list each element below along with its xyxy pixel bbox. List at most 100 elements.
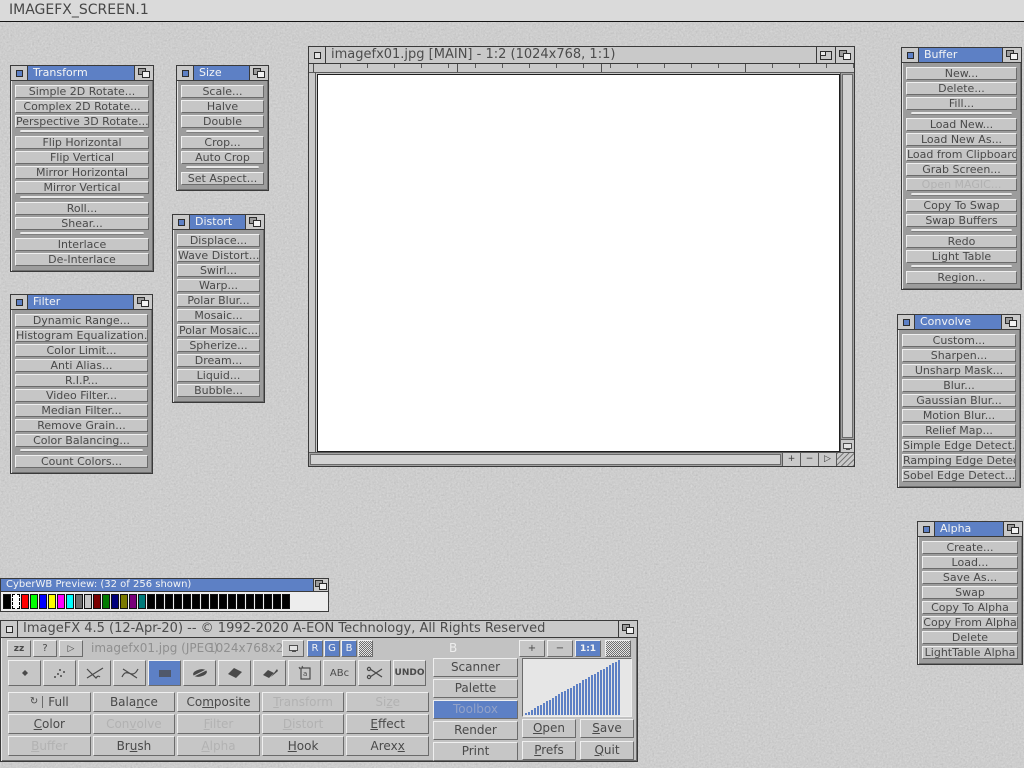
- menu-button-displace[interactable]: Displace...: [177, 234, 260, 247]
- palette-swatch-14[interactable]: [129, 594, 137, 609]
- close-icon[interactable]: [309, 47, 326, 63]
- menu-button-load[interactable]: Load...: [922, 556, 1018, 569]
- menu-button-new[interactable]: New...: [906, 67, 1017, 80]
- palette-swatch-25[interactable]: [228, 594, 236, 609]
- menu-button-r-i-p[interactable]: R.I.P...: [15, 374, 148, 387]
- close-icon[interactable]: [1, 621, 18, 637]
- titlebar[interactable]: imagefx01.jpg [MAIN] - 1:2 (1024x768, 1:…: [309, 47, 854, 64]
- menu-button-halve[interactable]: Halve: [181, 100, 264, 113]
- menu-button-mirror-vertical[interactable]: Mirror Vertical: [15, 181, 149, 194]
- menu-button-relief-map[interactable]: Relief Map...: [902, 424, 1016, 437]
- menu-button-blur[interactable]: Blur...: [902, 379, 1016, 392]
- menu-button-lighttable-alpha[interactable]: LightTable Alpha: [922, 646, 1018, 659]
- palette-swatch-2[interactable]: [21, 594, 29, 609]
- close-icon[interactable]: [11, 66, 28, 80]
- palette-swatch-10[interactable]: [93, 594, 101, 609]
- menu-button-sobel-edge-detect[interactable]: Sobel Edge Detect...: [902, 469, 1016, 482]
- palette-swatch-28[interactable]: [255, 594, 263, 609]
- action-button-quit[interactable]: Quit: [580, 741, 634, 760]
- titlebar[interactable]: Distort: [173, 215, 264, 230]
- titlebar[interactable]: Transform: [11, 66, 153, 81]
- zoom-actual-button[interactable]: 1:1: [575, 640, 601, 657]
- curve-tool[interactable]: [113, 660, 146, 686]
- palette-swatch-8[interactable]: [75, 594, 83, 609]
- red-channel-button[interactable]: R: [307, 640, 323, 657]
- depth-icon[interactable]: [249, 66, 268, 80]
- palette-swatch-29[interactable]: [264, 594, 272, 609]
- depth-icon[interactable]: [133, 295, 152, 309]
- menu-button-create[interactable]: Create...: [922, 541, 1018, 554]
- command-button-balance[interactable]: Balance: [93, 692, 176, 712]
- menu-button-remove-grain[interactable]: Remove Grain...: [15, 419, 148, 432]
- palette-swatch-7[interactable]: [66, 594, 74, 609]
- close-icon[interactable]: [918, 522, 935, 536]
- palette-swatch-20[interactable]: [183, 594, 191, 609]
- menu-button-custom[interactable]: Custom...: [902, 334, 1016, 347]
- palette-swatch-11[interactable]: [102, 594, 110, 609]
- menu-button-swap[interactable]: Swap: [922, 586, 1018, 599]
- image-canvas[interactable]: [317, 74, 840, 452]
- menu-button-copy-to-alpha[interactable]: Copy To Alpha: [922, 601, 1018, 614]
- palette-swatch-21[interactable]: [192, 594, 200, 609]
- palette-swatch-15[interactable]: [138, 594, 146, 609]
- ellipse-tool[interactable]: [183, 660, 216, 686]
- zoom-out-button[interactable]: −: [800, 453, 818, 466]
- fill-tool[interactable]: [253, 660, 286, 686]
- command-button-brush[interactable]: Brush: [93, 736, 176, 756]
- menu-button-copy-from-alpha[interactable]: Copy From Alpha: [922, 616, 1018, 629]
- palette-swatch-12[interactable]: [111, 594, 119, 609]
- depth-icon[interactable]: [313, 579, 328, 591]
- titlebar[interactable]: Alpha: [918, 522, 1022, 537]
- menu-button-flip-horizontal[interactable]: Flip Horizontal: [15, 136, 149, 149]
- palette-swatch-31[interactable]: [282, 594, 290, 609]
- menu-button-motion-blur[interactable]: Motion Blur...: [902, 409, 1016, 422]
- menu-button-dream[interactable]: Dream...: [177, 354, 260, 367]
- titlebar[interactable]: Buffer: [902, 48, 1021, 63]
- palette-swatch-13[interactable]: [120, 594, 128, 609]
- screen-mode-icon[interactable]: [841, 439, 854, 452]
- zoom-out-button[interactable]: −: [547, 640, 573, 657]
- menu-button-unsharp-mask[interactable]: Unsharp Mask...: [902, 364, 1016, 377]
- pattern-icon[interactable]: [605, 640, 631, 657]
- menu-button-color-limit[interactable]: Color Limit...: [15, 344, 148, 357]
- zoom-in-button[interactable]: +: [782, 453, 800, 466]
- menu-button-region[interactable]: Region...: [906, 271, 1017, 284]
- palette-swatch-24[interactable]: [219, 594, 227, 609]
- menu-button-video-filter[interactable]: Video Filter...: [15, 389, 148, 402]
- palette-swatch-22[interactable]: [201, 594, 209, 609]
- menu-button-complex-2d-rotate[interactable]: Complex 2D Rotate...: [15, 100, 149, 113]
- depth-icon[interactable]: [618, 621, 637, 637]
- menu-button-light-table[interactable]: Light Table: [906, 250, 1017, 263]
- scrollbar-thumb[interactable]: [842, 74, 853, 438]
- palette-swatch-18[interactable]: [165, 594, 173, 609]
- menu-button-delete[interactable]: Delete...: [906, 82, 1017, 95]
- point-tool[interactable]: [8, 660, 41, 686]
- resize-handle[interactable]: [836, 453, 854, 466]
- menu-button-crop[interactable]: Crop...: [181, 136, 264, 149]
- close-icon[interactable]: [898, 315, 915, 329]
- action-button-prefs[interactable]: Prefs: [522, 741, 576, 760]
- palette-swatch-23[interactable]: [210, 594, 218, 609]
- palette-swatch-19[interactable]: [174, 594, 182, 609]
- pan-icon[interactable]: ▷: [818, 453, 836, 466]
- menu-button-load-new-as[interactable]: Load New As...: [906, 133, 1017, 146]
- play-button[interactable]: ▷: [59, 640, 83, 657]
- depth-icon[interactable]: [245, 215, 264, 229]
- help-button[interactable]: ?: [33, 640, 57, 657]
- menu-button-swap-buffers[interactable]: Swap Buffers: [906, 214, 1017, 227]
- rectangle-tool[interactable]: [148, 660, 181, 686]
- panel-button-render[interactable]: Render: [433, 721, 518, 740]
- palette-swatch-5[interactable]: [48, 594, 56, 609]
- menu-button-polar-mosaic[interactable]: Polar Mosaic...: [177, 324, 260, 337]
- menu-button-simple-edge-detect[interactable]: Simple Edge Detect...: [902, 439, 1016, 452]
- titlebar[interactable]: Size: [177, 66, 268, 81]
- menu-button-grab-screen[interactable]: Grab Screen...: [906, 163, 1017, 176]
- menu-button-copy-to-swap[interactable]: Copy To Swap: [906, 199, 1017, 212]
- palette-swatch-9[interactable]: [84, 594, 92, 609]
- screen-mode-icon[interactable]: [282, 640, 304, 657]
- titlebar[interactable]: CyberWB Preview: (32 of 256 shown): [1, 579, 328, 592]
- polygon-tool[interactable]: [218, 660, 251, 686]
- menu-button-fill[interactable]: Fill...: [906, 97, 1017, 110]
- menu-button-set-aspect[interactable]: Set Aspect...: [181, 172, 264, 185]
- close-icon[interactable]: [177, 66, 194, 80]
